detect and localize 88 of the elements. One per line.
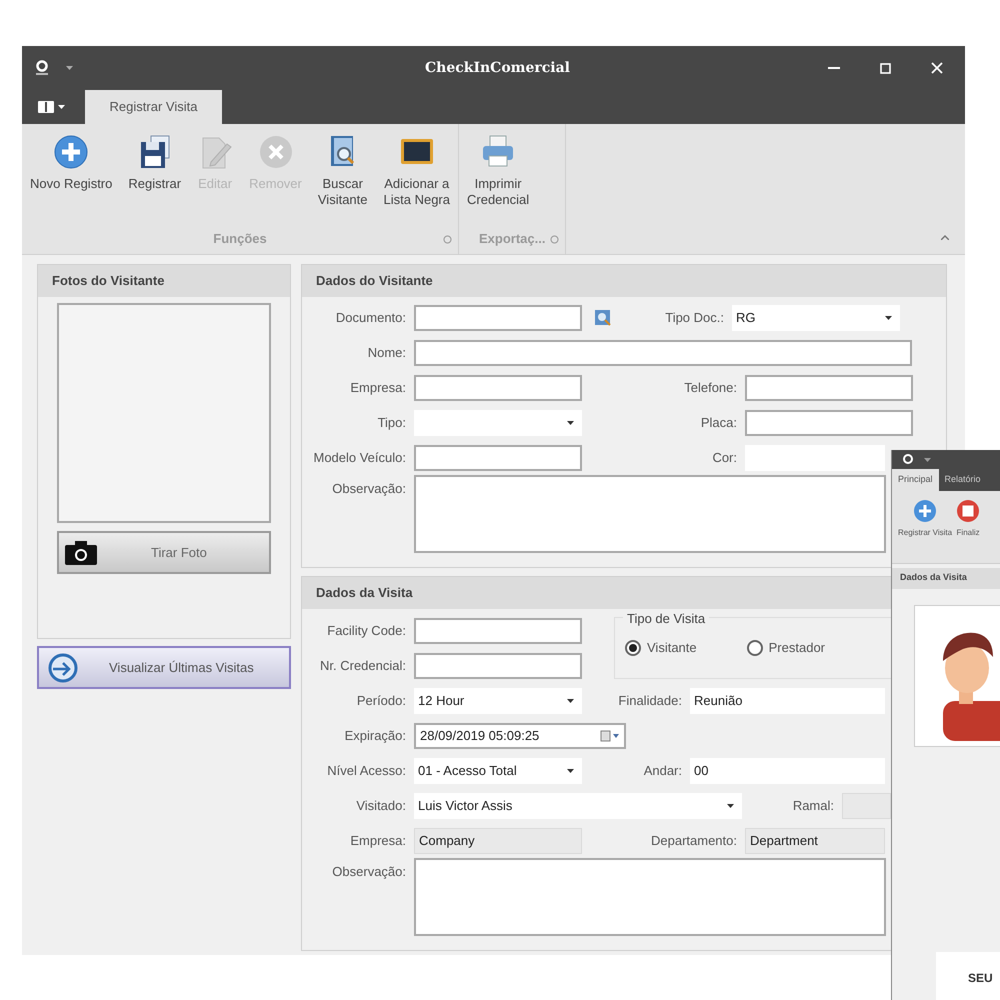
caret-icon [567, 768, 574, 772]
field-label: Nível Acesso: [326, 762, 406, 780]
text-field[interactable] [414, 652, 582, 678]
calendar-icon[interactable] [600, 730, 620, 742]
field-label: Tipo: [376, 414, 406, 432]
field-label: Expiração: [344, 726, 406, 745]
field-label: Cor: [711, 448, 737, 467]
field-label: Departamento: [650, 832, 737, 850]
plus-circle-icon [913, 499, 938, 524]
field-label: Observação: [331, 480, 406, 498]
dropdown-field[interactable]: Reunião [690, 688, 885, 714]
maximize-icon[interactable] [880, 62, 891, 74]
ribbon-button[interactable]: Buscar Visitante [318, 134, 368, 224]
caret-icon [66, 66, 73, 70]
camera-icon [65, 540, 97, 564]
ribbon-button[interactable]: Finaliz [956, 499, 980, 563]
text-field[interactable] [414, 304, 582, 330]
ribbon-button[interactable]: Imprimir Credencial [467, 134, 530, 224]
field-label: Finalidade: [617, 692, 682, 710]
field-label: Ramal: [792, 796, 834, 815]
field-label: Facility Code: [326, 622, 406, 640]
field-label: Andar: [642, 762, 682, 780]
readonly-field: Company [414, 828, 582, 854]
ribbon-tab[interactable]: Principal [892, 469, 939, 492]
caret-icon [885, 316, 892, 320]
caret-icon [924, 458, 931, 462]
ribbon-tab[interactable]: Registrar Visita [85, 90, 222, 124]
section-header: Fotos do Visitante [38, 265, 290, 297]
field-label: Tipo Doc.: [664, 308, 724, 327]
close-icon[interactable] [931, 62, 943, 74]
field-label: Nome: [366, 344, 406, 362]
take-photo-button[interactable]: Tirar Foto [57, 531, 271, 574]
menu-icon[interactable] [38, 101, 54, 113]
group-label: Exportaç... [479, 230, 546, 248]
view-visits-button[interactable]: Visualizar Últimas Visitas [37, 646, 291, 689]
date-field[interactable]: 28/09/2019 05:09:25 [414, 722, 626, 748]
text-field[interactable] [745, 374, 913, 400]
readonly-field: Department [745, 828, 885, 854]
x-circle-icon [258, 134, 294, 170]
radio-button[interactable] [625, 640, 641, 656]
field-label: Placa: [700, 414, 737, 432]
radio-button[interactable] [746, 640, 763, 656]
field-label: Telefone: [683, 378, 737, 397]
collapse-icon[interactable] [941, 235, 949, 240]
field-label: Empresa: [349, 378, 406, 397]
text-area[interactable] [414, 475, 886, 553]
field-label: Nr. Credencial: [319, 656, 406, 675]
dropdown-field[interactable]: Luis Victor Assis [414, 792, 742, 818]
stop-circle-icon [956, 499, 980, 524]
radio-option[interactable]: Prestador [746, 638, 826, 658]
field-label: Período: [356, 692, 406, 710]
dropdown-field[interactable]: RG [732, 304, 900, 330]
ribbon-button[interactable]: Registrar [128, 134, 182, 224]
caret-icon [567, 420, 574, 424]
dropdown-field[interactable]: 12 Hour [414, 688, 582, 714]
section-header: Dados do Visitante [302, 265, 946, 297]
section-header: Dados da Visita [892, 568, 1000, 589]
caret-icon [58, 105, 65, 109]
launcher-icon[interactable] [550, 234, 560, 244]
plus-circle-icon [53, 134, 90, 170]
dropdown-field[interactable]: 01 - Acesso Total [414, 758, 582, 784]
caret-icon [727, 804, 734, 808]
ribbon-button[interactable]: Novo Registro [30, 134, 112, 224]
field-label: Documento: [334, 308, 406, 327]
text-field[interactable] [414, 374, 582, 400]
ribbon-tab[interactable]: Relatório [938, 469, 987, 492]
ribbon-button[interactable]: Adicionar a Lista Negra [384, 134, 450, 224]
dropdown-field[interactable] [414, 410, 582, 436]
field-label: Observação: [331, 863, 406, 881]
search-icon[interactable] [594, 308, 612, 326]
text-field[interactable] [745, 410, 913, 436]
field-label: Modelo Veículo: [312, 448, 406, 467]
caption-text: SEU [968, 971, 993, 986]
text-field[interactable] [414, 618, 582, 644]
logo-icon [34, 60, 50, 76]
dropdown-field[interactable]: 00 [690, 758, 885, 784]
logo-icon [902, 454, 914, 466]
text-area[interactable] [414, 858, 886, 936]
radio-option[interactable]: Visitante [625, 638, 697, 658]
group-label: Funções [213, 230, 267, 248]
field-label: Visitado: [355, 796, 406, 815]
launcher-icon[interactable] [443, 234, 452, 244]
caret-icon [567, 698, 574, 702]
text-field[interactable] [414, 340, 912, 366]
text-field[interactable] [414, 444, 582, 470]
field-label: Empresa: [349, 832, 406, 850]
window-title: CheckInComercial [425, 58, 570, 78]
ribbon-button[interactable]: Registrar Visita [898, 499, 952, 563]
